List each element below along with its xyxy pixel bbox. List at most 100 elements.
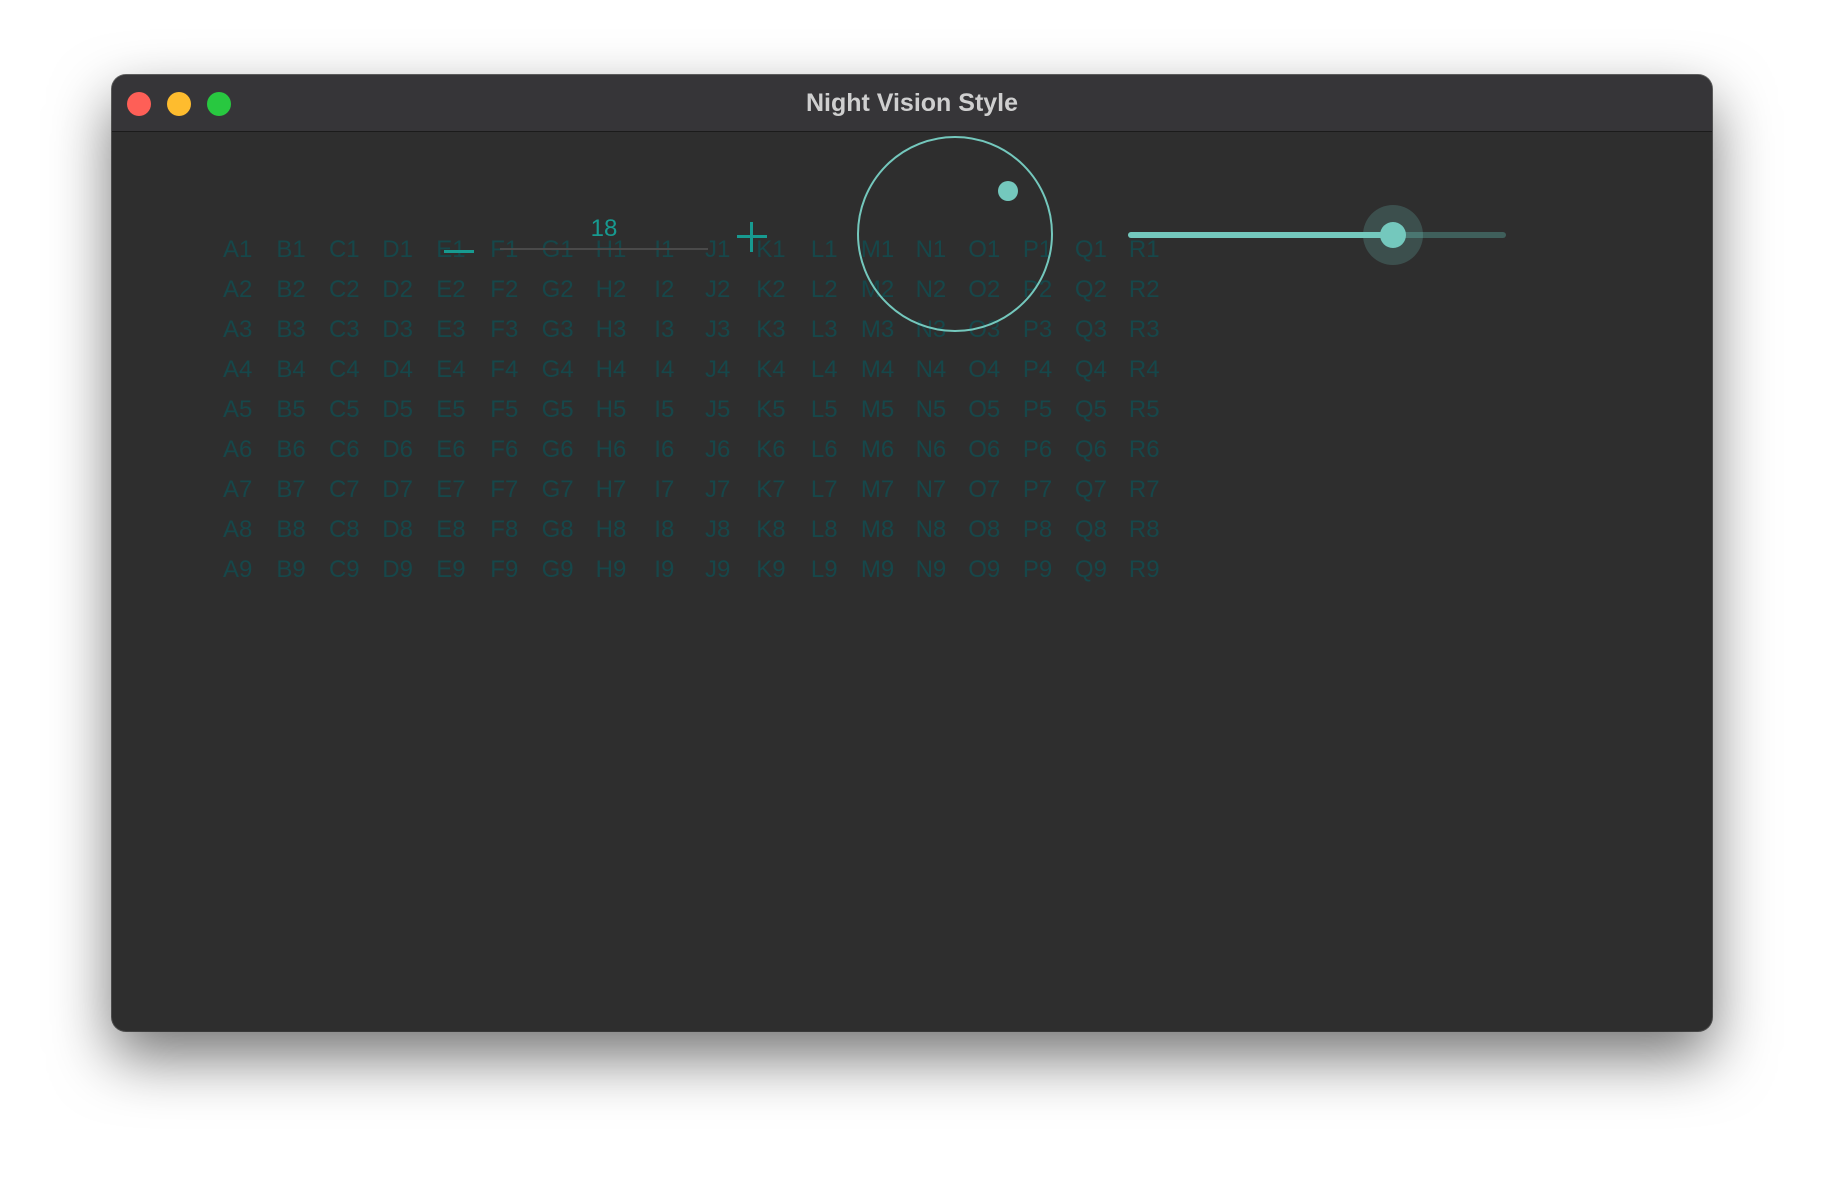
grid-cell: C2 [328,276,360,303]
grid-cell: L3 [810,316,838,343]
grid-cell: B4 [276,356,306,383]
grid-cell: E4 [436,356,466,383]
grid-row: A4 B4 C4 D4 E4 F4 G4 H4 I4 J4 K4 L4 M4 N4 O4 P4 Q4 R4 [211,350,1171,390]
grid-cell: J7 [704,476,731,503]
grid-cell: J6 [704,436,731,463]
grid-cell: H8 [595,516,627,543]
grid-cell: P3 [1022,316,1053,343]
grid-cell: G3 [541,316,574,343]
grid-cell: C9 [328,556,360,583]
grid-cell: L4 [810,356,838,383]
grid-cell: R4 [1128,356,1160,383]
grid-cell: J8 [704,516,731,543]
grid-cell: A9 [222,556,253,583]
grid-cell: E3 [436,316,466,343]
grid-cell: A4 [222,356,253,383]
grid-cell: M6 [860,436,895,463]
grid-row: A9 B9 C9 D9 E9 F9 G9 H9 I9 J9 K9 L9 M9 N9 O9 P9 Q9 R9 [211,550,1171,590]
grid-cell: L8 [810,516,838,543]
grid-cell: O5 [968,396,1001,423]
grid-row: A5 B5 C5 D5 E5 F5 G5 H5 I5 J5 K5 L5 M5 N5 O5 P5 Q5 R5 [211,390,1171,430]
grid-cell: I7 [654,476,675,503]
grid-cell: H9 [595,556,627,583]
grid-cell: B6 [276,436,306,463]
slider-thumb[interactable] [1379,222,1406,248]
grid-cell: E8 [436,516,466,543]
grid-cell: D1 [382,236,413,263]
grid-cell: G7 [541,476,574,503]
stepper-value[interactable]: 18 [500,210,708,250]
grid-cell: H4 [595,356,627,383]
grid-cell: N6 [915,436,947,463]
grid-cell: P8 [1022,516,1053,543]
grid-cell: J3 [704,316,731,343]
grid-cell: A7 [222,476,253,503]
grid-cell: F9 [490,556,519,583]
grid-cell: F7 [490,476,519,503]
grid-cell: D7 [382,476,413,503]
grid-cell: R7 [1128,476,1160,503]
grid-cell: G5 [541,396,574,423]
grid-cell: Q9 [1074,556,1107,583]
grid-cell: P9 [1022,556,1053,583]
grid-cell: Q3 [1074,316,1107,343]
grid-cell: H2 [595,276,627,303]
grid-cell: C7 [328,476,360,503]
grid-row: A3 B3 C3 D3 E3 F3 G3 H3 I3 J3 K3 L3 M3 N3 O3 P3 Q3 R3 [211,310,1171,350]
slider[interactable] [1128,205,1506,265]
grid-cell: B5 [276,396,306,423]
grid-cell: K2 [756,276,786,303]
grid-cell: M3 [860,316,895,343]
grid-cell: E7 [436,476,466,503]
grid-cell: I8 [654,516,675,543]
grid-cell: M5 [860,396,895,423]
grid-cell: P6 [1022,436,1053,463]
grid-cell: N9 [915,556,947,583]
grid-cell: C6 [328,436,360,463]
grid-cell: M4 [860,356,895,383]
grid-cell: B2 [276,276,306,303]
grid-cell: C5 [328,396,360,423]
grid-cell: L1 [810,236,838,263]
grid-cell: I6 [654,436,675,463]
grid-cell: Q6 [1074,436,1107,463]
grid-cell: R6 [1128,436,1160,463]
grid-cell: K6 [756,436,786,463]
grid-cell: H7 [595,476,627,503]
grid-cell: Q1 [1074,236,1107,263]
grid-cell: D4 [382,356,413,383]
grid-cell: A8 [222,516,253,543]
grid-cell: Q5 [1074,396,1107,423]
grid-cell: G4 [541,356,574,383]
grid-cell: L6 [810,436,838,463]
grid-cell: F4 [490,356,519,383]
grid-cell: R3 [1128,316,1160,343]
grid-cell: D3 [382,316,413,343]
title-bar: Night Vision Style [112,75,1712,132]
window-title: Night Vision Style [805,89,1019,117]
grid-cell: Q4 [1074,356,1107,383]
plus-icon[interactable] [734,219,770,255]
grid-cell: P4 [1022,356,1053,383]
grid-cell: R5 [1128,396,1160,423]
grid-cell: A6 [222,436,253,463]
app-window: Night Vision Style A1 B1 C1 D1 E1 F1 G1 H1 I1 J1 K… [112,75,1712,1031]
grid-cell: I3 [654,316,675,343]
grid-cell: L2 [810,276,838,303]
rotary-knob[interactable] [857,136,1053,332]
grid-cell: A5 [222,396,253,423]
grid-cell: G9 [541,556,574,583]
grid-cell: F5 [490,396,519,423]
grid-cell: B3 [276,316,306,343]
minus-icon[interactable] [441,234,477,270]
grid-cell: A3 [222,316,253,343]
grid-cell: H5 [595,396,627,423]
grid-cell: N7 [915,476,947,503]
grid-cell: A2 [222,276,253,303]
grid-cell: Q2 [1074,276,1107,303]
grid-cell: P7 [1022,476,1053,503]
grid-cell: K9 [756,556,786,583]
grid-cell: R9 [1128,556,1160,583]
grid-cell: D5 [382,396,413,423]
grid-cell: F8 [490,516,519,543]
